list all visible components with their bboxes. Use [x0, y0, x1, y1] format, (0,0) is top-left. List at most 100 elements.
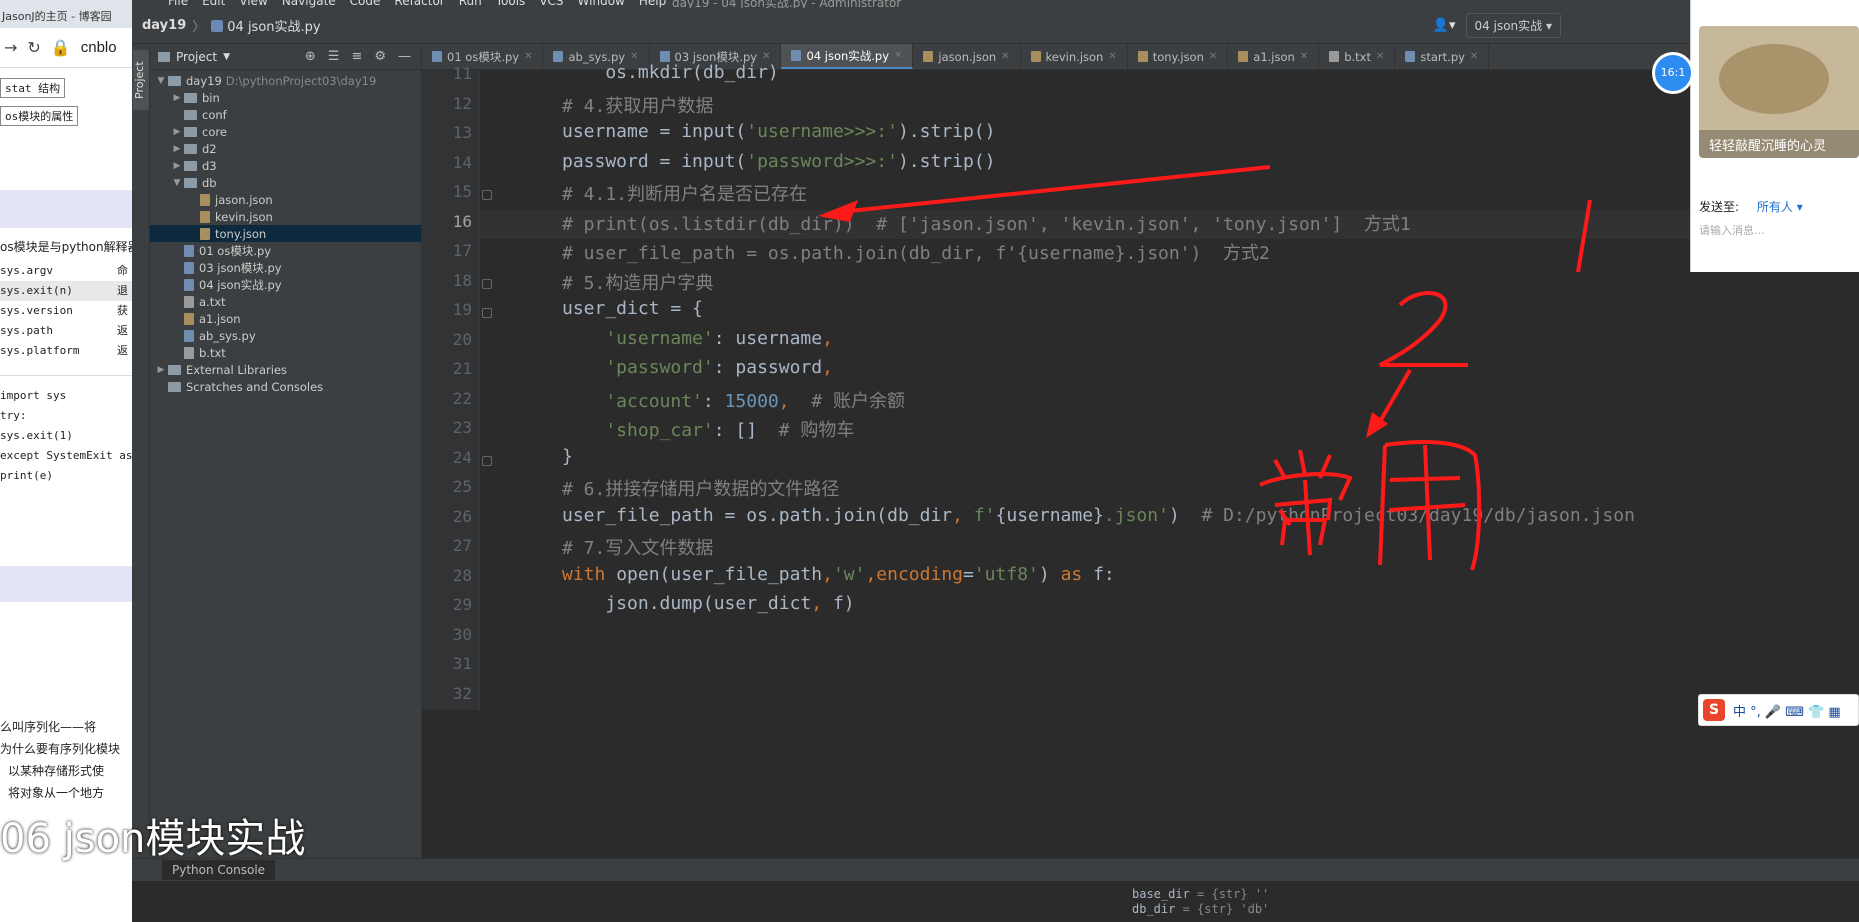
code-line[interactable]: password = input('password>>>:').strip(): [562, 151, 996, 172]
code-editor[interactable]: 11 os.mkdir(db_dir) 12 # 4.获取用户数据 13 usernam…: [422, 62, 1859, 710]
user-icon[interactable]: 👤▾: [1433, 18, 1456, 33]
console-body[interactable]: base_dir = {str} '' db_dir = {str} 'db': [132, 881, 1859, 922]
tree-item-core[interactable]: ▶ core: [150, 123, 421, 140]
tree-item-scratches-and-consoles[interactable]: Scratches and Consoles: [150, 378, 421, 395]
close-icon[interactable]: ✕: [1470, 51, 1478, 62]
menu-item-run[interactable]: Run: [459, 0, 482, 8]
menu-item-window[interactable]: Window: [578, 0, 625, 8]
menu-item-tools[interactable]: Tools: [496, 0, 526, 8]
chevron-right-icon[interactable]: ▶: [154, 365, 168, 375]
editor-tab[interactable]: a1.json ✕: [1228, 44, 1320, 69]
editor-tab[interactable]: tony.json ✕: [1128, 44, 1229, 69]
code-line[interactable]: 'account': 15000, # 账户余额: [562, 387, 905, 413]
code-line[interactable]: with open(user_file_path,'w',encoding='u…: [562, 564, 1115, 585]
code-line[interactable]: # 4.1.判断用户名是否已存在: [562, 180, 807, 206]
forward-icon[interactable]: →: [4, 38, 17, 57]
tree-item-d2[interactable]: ▶ d2: [150, 140, 421, 157]
code-line[interactable]: # 7.写入文件数据: [562, 534, 713, 560]
tree-item-jason-json[interactable]: jason.json: [150, 191, 421, 208]
chevron-right-icon[interactable]: ▶: [170, 161, 184, 171]
tree-item-day19[interactable]: ▼ day19 D:\pythonProject03\day19: [150, 72, 421, 89]
tree-item-kevin-json[interactable]: kevin.json: [150, 208, 421, 225]
code-line[interactable]: # user_file_path = os.path.join(db_dir, …: [562, 239, 1270, 265]
toc-chip-stat[interactable]: stat 结构: [0, 78, 66, 98]
code-line[interactable]: 'shop_car': [] # 购物车: [562, 416, 854, 442]
chat-input[interactable]: 请输入消息...: [1699, 222, 1765, 238]
code-line[interactable]: }: [562, 446, 573, 467]
close-icon[interactable]: ✕: [1209, 51, 1217, 62]
locate-icon[interactable]: ⊕: [305, 49, 316, 64]
tree-item-bin[interactable]: ▶ bin: [150, 89, 421, 106]
code-line[interactable]: user_dict = {: [562, 298, 703, 319]
code-line[interactable]: username = input('username>>>:').strip(): [562, 121, 996, 142]
close-icon[interactable]: ✕: [1001, 51, 1009, 62]
ime-toolbar[interactable]: S 中 °, 🎤 ⌨ 👕 ▦: [1698, 694, 1859, 726]
tree-item-03-json-py[interactable]: 03 json模块.py: [150, 259, 421, 276]
tree-item-a1-json[interactable]: a1.json: [150, 310, 421, 327]
tree-item-conf[interactable]: conf: [150, 106, 421, 123]
tree-item-d3[interactable]: ▶ d3: [150, 157, 421, 174]
tree-item-01-os-py[interactable]: 01 os模块.py: [150, 242, 421, 259]
chevron-right-icon[interactable]: ▶: [170, 127, 184, 137]
chevron-right-icon[interactable]: ▶: [170, 93, 184, 103]
address-bar[interactable]: cnblo: [81, 39, 117, 56]
editor-tab[interactable]: 04 json实战.py ✕: [781, 44, 914, 69]
close-icon[interactable]: ✕: [630, 51, 638, 62]
menu-item-view[interactable]: View: [239, 0, 267, 8]
code-line[interactable]: 'password': password,: [562, 357, 833, 378]
code-line[interactable]: # 4.获取用户数据: [562, 92, 713, 118]
run-config-select[interactable]: 04 json实战 ▾: [1465, 13, 1561, 38]
gear-icon[interactable]: ⚙: [374, 49, 386, 64]
close-icon[interactable]: ✕: [1300, 51, 1308, 62]
chevron-down-icon[interactable]: ▼: [154, 76, 168, 86]
menu-item-edit[interactable]: Edit: [202, 0, 225, 8]
close-icon[interactable]: ✕: [1108, 51, 1116, 62]
tree-item-external-libraries[interactable]: ▶ External Libraries: [150, 361, 421, 378]
editor-tab[interactable]: start.py ✕: [1395, 44, 1490, 69]
fold-icon[interactable]: [482, 308, 492, 318]
code-line[interactable]: # 5.构造用户字典: [562, 269, 713, 295]
toc-chip-os-attrs[interactable]: os模块的属性: [0, 106, 79, 126]
menu-item-refactor[interactable]: Refactor: [394, 0, 444, 8]
code-line[interactable]: user_file_path = os.path.join(db_dir, f'…: [562, 505, 1635, 526]
collapse-all-icon[interactable]: ≡: [351, 49, 362, 64]
fold-icon[interactable]: [482, 190, 492, 200]
send-to-select[interactable]: 所有人 ▾: [1757, 200, 1803, 214]
menu-item-help[interactable]: Help: [639, 0, 666, 8]
fold-icon[interactable]: [482, 455, 492, 466]
code-line[interactable]: json.dump(user_dict, f): [562, 593, 854, 614]
breadcrumb-project[interactable]: day19: [132, 18, 186, 33]
project-view-select[interactable]: Project: [176, 50, 217, 64]
code-line[interactable]: 'username': username,: [562, 328, 833, 349]
menu-item-code[interactable]: Code: [350, 0, 381, 8]
editor-tab[interactable]: b.txt ✕: [1319, 44, 1396, 69]
chevron-right-icon[interactable]: ▶: [170, 144, 184, 154]
close-icon[interactable]: ✕: [894, 50, 902, 61]
browser-tab[interactable]: JasonJ的主页 - 博客园: [0, 0, 132, 28]
tree-item-a-txt[interactable]: a.txt: [150, 293, 421, 310]
tree-item-db[interactable]: ▼ db: [150, 174, 421, 191]
tree-item-b-txt[interactable]: b.txt: [150, 344, 421, 361]
code-line[interactable]: os.mkdir(db_dir): [562, 62, 778, 83]
code-line[interactable]: # print(os.listdir(db_dir)) # ['jason.js…: [562, 210, 1411, 236]
code-line[interactable]: # 6.拼接存储用户数据的文件路径: [562, 475, 839, 501]
close-icon[interactable]: ✕: [524, 51, 532, 62]
project-tool-tab[interactable]: Project: [133, 50, 149, 110]
menu-item-vcs[interactable]: VCS: [539, 0, 563, 8]
reload-icon[interactable]: ↻: [27, 38, 40, 57]
breadcrumb-file[interactable]: 04 json实战.py: [227, 16, 320, 35]
fold-icon[interactable]: [482, 278, 492, 289]
tree-item-tony-json[interactable]: tony.json: [150, 225, 421, 242]
menu-item-file[interactable]: File: [168, 0, 188, 8]
editor-tab[interactable]: kevin.json ✕: [1021, 44, 1128, 69]
expand-all-icon[interactable]: ☰: [328, 49, 340, 64]
editor-tab[interactable]: jason.json ✕: [913, 44, 1021, 69]
tree-item-04-json-py[interactable]: 04 json实战.py: [150, 276, 421, 293]
hide-icon[interactable]: —: [398, 49, 411, 64]
tree-item-ab-sys-py[interactable]: ab_sys.py: [150, 327, 421, 344]
meeting-timer[interactable]: 16:1: [1652, 52, 1694, 94]
close-icon[interactable]: ✕: [762, 51, 770, 62]
close-icon[interactable]: ✕: [1376, 51, 1384, 62]
chevron-down-icon[interactable]: ▼: [223, 52, 230, 62]
menu-item-navigate[interactable]: Navigate: [282, 0, 336, 8]
